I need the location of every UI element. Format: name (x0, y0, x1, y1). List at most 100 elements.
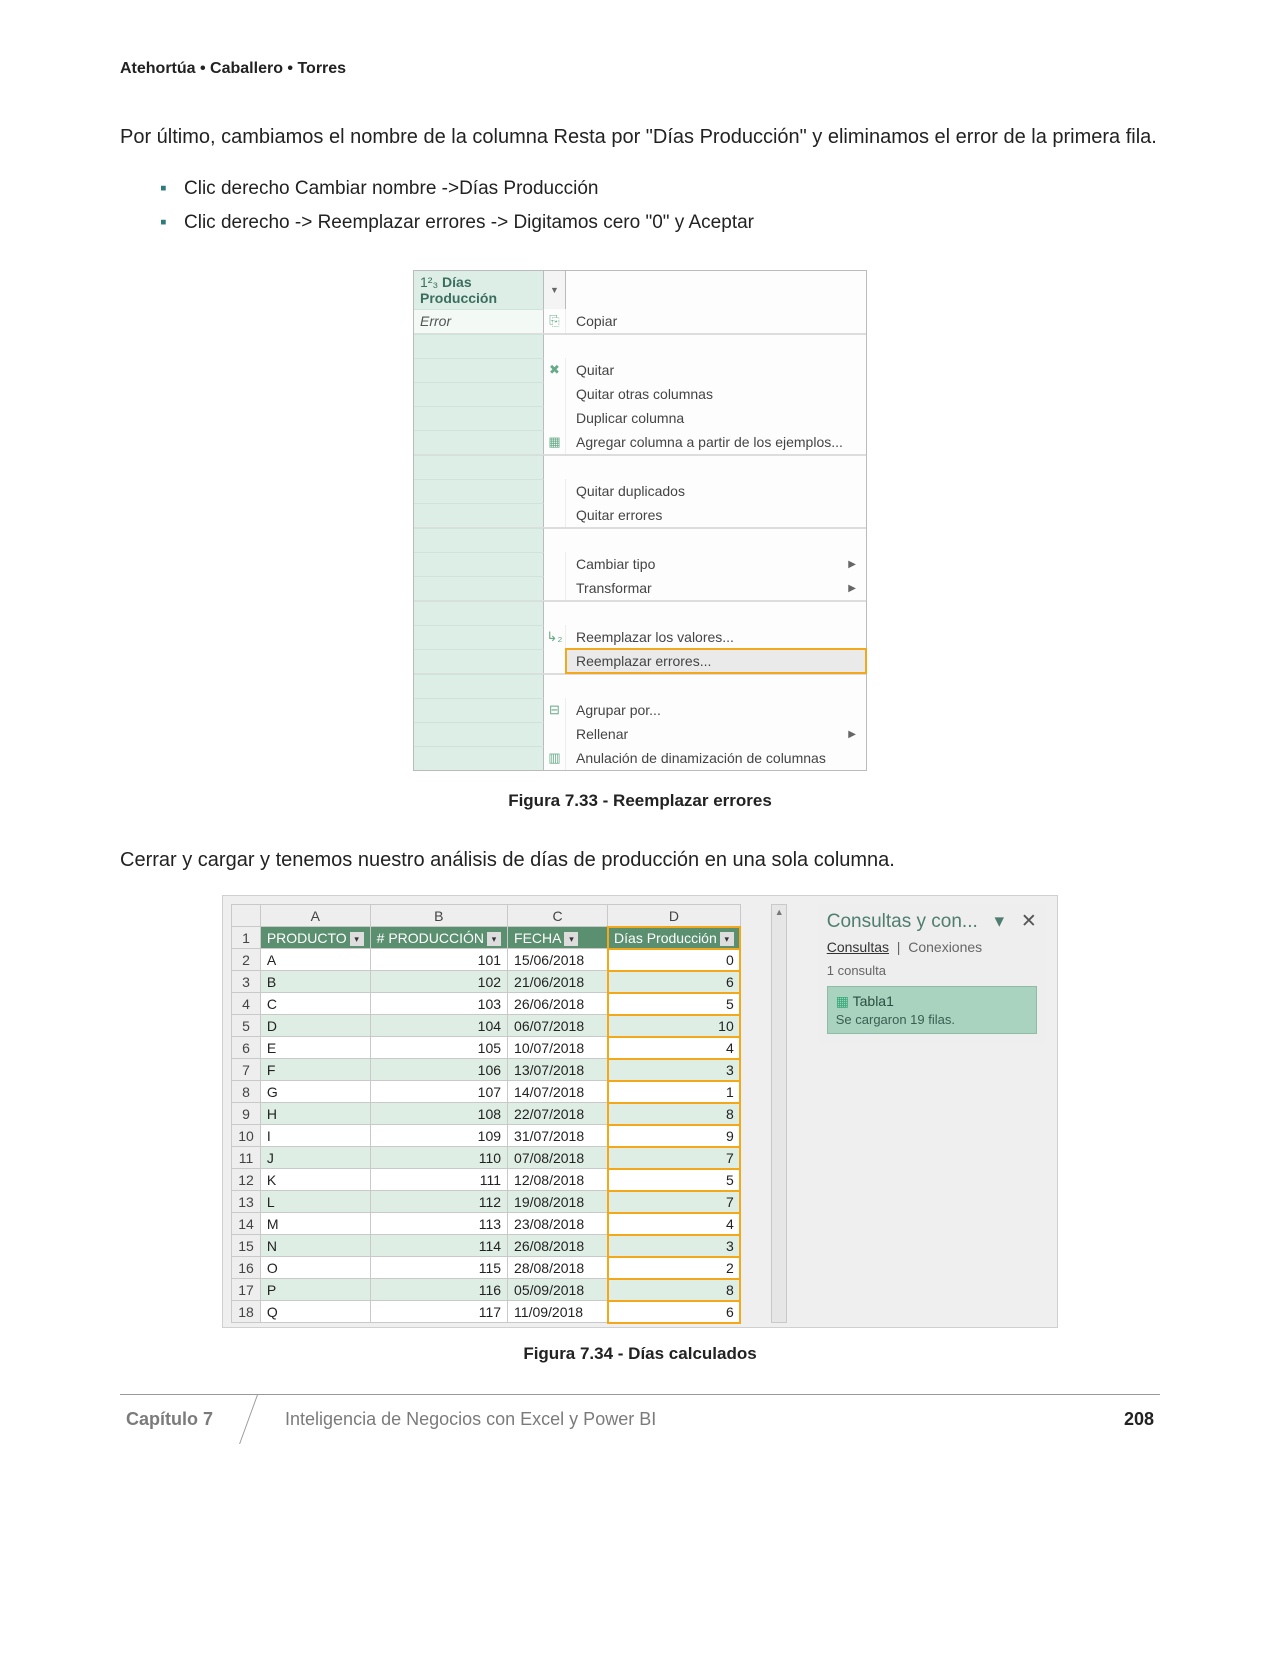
col-header-c[interactable]: C (508, 905, 608, 927)
menu-item-transformar[interactable]: Transformar▶ (566, 576, 866, 600)
row-header-1[interactable]: 1 (232, 927, 261, 949)
row-header-4[interactable]: 4 (232, 993, 261, 1015)
row-header-6[interactable]: 6 (232, 1037, 261, 1059)
filter-dropdown-icon[interactable]: ▾ (350, 932, 364, 946)
cell[interactable]: 111 (370, 1169, 507, 1191)
cell[interactable]: 5 (608, 1169, 741, 1191)
cell[interactable]: 0 (608, 949, 741, 971)
menu-item-rellenar[interactable]: Rellenar▶ (566, 722, 866, 746)
menu-item-anulaci-n-de-dinamizaci-n-de-columnas[interactable]: Anulación de dinamización de columnas (566, 746, 866, 770)
menu-item-duplicar-columna[interactable]: Duplicar columna (566, 406, 866, 430)
cell[interactable]: 3 (608, 1235, 741, 1257)
cell[interactable]: 11/09/2018 (508, 1301, 608, 1323)
row-header-7[interactable]: 7 (232, 1059, 261, 1081)
filter-dropdown-icon[interactable]: ▾ (564, 932, 578, 946)
cell[interactable]: 103 (370, 993, 507, 1015)
menu-item-reemplazar-errores-[interactable]: Reemplazar errores... (566, 649, 866, 673)
cell[interactable]: 1 (608, 1081, 741, 1103)
tab-consultas[interactable]: Consultas (827, 939, 889, 955)
row-header-18[interactable]: 18 (232, 1301, 261, 1323)
cell[interactable]: 110 (370, 1147, 507, 1169)
cell[interactable]: 26/06/2018 (508, 993, 608, 1015)
row-header-16[interactable]: 16 (232, 1257, 261, 1279)
cell[interactable]: A (260, 949, 370, 971)
col-header-a[interactable]: A (260, 905, 370, 927)
filter-dropdown-icon[interactable]: ▾ (720, 932, 734, 946)
cell[interactable]: B (260, 971, 370, 993)
cell[interactable]: 114 (370, 1235, 507, 1257)
cell[interactable]: 106 (370, 1059, 507, 1081)
cell[interactable]: 101 (370, 949, 507, 971)
cell[interactable]: 3 (608, 1059, 741, 1081)
vertical-scrollbar[interactable] (771, 904, 787, 1323)
menu-item-cambiar-tipo[interactable]: Cambiar tipo▶ (566, 552, 866, 576)
cell[interactable]: 107 (370, 1081, 507, 1103)
cell[interactable]: D (260, 1015, 370, 1037)
cell[interactable]: P (260, 1279, 370, 1301)
cell[interactable]: 8 (608, 1279, 741, 1301)
row-header-11[interactable]: 11 (232, 1147, 261, 1169)
menu-item-quitar-otras-columnas[interactable]: Quitar otras columnas (566, 382, 866, 406)
cell[interactable]: 06/07/2018 (508, 1015, 608, 1037)
menu-item-reemplazar-los-valores-[interactable]: Reemplazar los valores... (566, 625, 866, 649)
cell[interactable]: 13/07/2018 (508, 1059, 608, 1081)
cell[interactable]: 10 (608, 1015, 741, 1037)
pq-column-header[interactable]: 1²₃ Días Producción (414, 271, 544, 309)
menu-item-agregar-columna-a-partir-de-los-ejemplos-[interactable]: Agregar columna a partir de los ejemplos… (566, 430, 866, 454)
cell[interactable]: 07/08/2018 (508, 1147, 608, 1169)
cell[interactable]: 117 (370, 1301, 507, 1323)
cell[interactable]: 26/08/2018 (508, 1235, 608, 1257)
cell[interactable]: 105 (370, 1037, 507, 1059)
menu-item-agrupar-por-[interactable]: Agrupar por... (566, 698, 866, 722)
filter-dropdown-icon[interactable]: ▾ (487, 932, 501, 946)
row-header-17[interactable]: 17 (232, 1279, 261, 1301)
cell[interactable]: 9 (608, 1125, 741, 1147)
row-header-12[interactable]: 12 (232, 1169, 261, 1191)
cell[interactable]: 113 (370, 1213, 507, 1235)
row-header-13[interactable]: 13 (232, 1191, 261, 1213)
cell[interactable]: 4 (608, 1037, 741, 1059)
cell[interactable]: 10/07/2018 (508, 1037, 608, 1059)
cell[interactable]: 115 (370, 1257, 507, 1279)
table-header-producto[interactable]: PRODUCTO▾ (260, 927, 370, 949)
row-header-5[interactable]: 5 (232, 1015, 261, 1037)
select-all-corner[interactable] (232, 905, 261, 927)
cell[interactable]: 14/07/2018 (508, 1081, 608, 1103)
cell[interactable]: 108 (370, 1103, 507, 1125)
table-header--producci-n[interactable]: # PRODUCCIÓN▾ (370, 927, 507, 949)
cell[interactable]: K (260, 1169, 370, 1191)
menu-item-quitar-duplicados[interactable]: Quitar duplicados (566, 479, 866, 503)
row-header-10[interactable]: 10 (232, 1125, 261, 1147)
cell[interactable]: 8 (608, 1103, 741, 1125)
cell[interactable]: N (260, 1235, 370, 1257)
col-header-b[interactable]: B (370, 905, 507, 927)
cell[interactable]: 19/08/2018 (508, 1191, 608, 1213)
cell[interactable]: 28/08/2018 (508, 1257, 608, 1279)
cell[interactable]: 7 (608, 1191, 741, 1213)
pane-dropdown-icon[interactable]: ▾ (995, 910, 1005, 933)
cell[interactable]: F (260, 1059, 370, 1081)
cell[interactable]: Q (260, 1301, 370, 1323)
menu-item-copiar[interactable]: Copiar (566, 309, 866, 333)
row-header-9[interactable]: 9 (232, 1103, 261, 1125)
table-header-fecha[interactable]: FECHA▾ (508, 927, 608, 949)
cell[interactable]: O (260, 1257, 370, 1279)
cell[interactable]: 104 (370, 1015, 507, 1037)
cell[interactable]: M (260, 1213, 370, 1235)
cell[interactable]: H (260, 1103, 370, 1125)
cell[interactable]: J (260, 1147, 370, 1169)
cell[interactable]: 31/07/2018 (508, 1125, 608, 1147)
cell[interactable]: 22/07/2018 (508, 1103, 608, 1125)
cell[interactable]: 112 (370, 1191, 507, 1213)
cell[interactable]: 2 (608, 1257, 741, 1279)
cell[interactable]: 116 (370, 1279, 507, 1301)
row-header-3[interactable]: 3 (232, 971, 261, 993)
close-icon[interactable]: ✕ (1021, 910, 1037, 933)
cell[interactable]: 6 (608, 1301, 741, 1323)
cell[interactable]: G (260, 1081, 370, 1103)
query-card[interactable]: ▦ Tabla1 Se cargaron 19 filas. (827, 986, 1037, 1034)
cell[interactable]: E (260, 1037, 370, 1059)
cell[interactable]: 109 (370, 1125, 507, 1147)
cell[interactable]: 6 (608, 971, 741, 993)
row-header-2[interactable]: 2 (232, 949, 261, 971)
